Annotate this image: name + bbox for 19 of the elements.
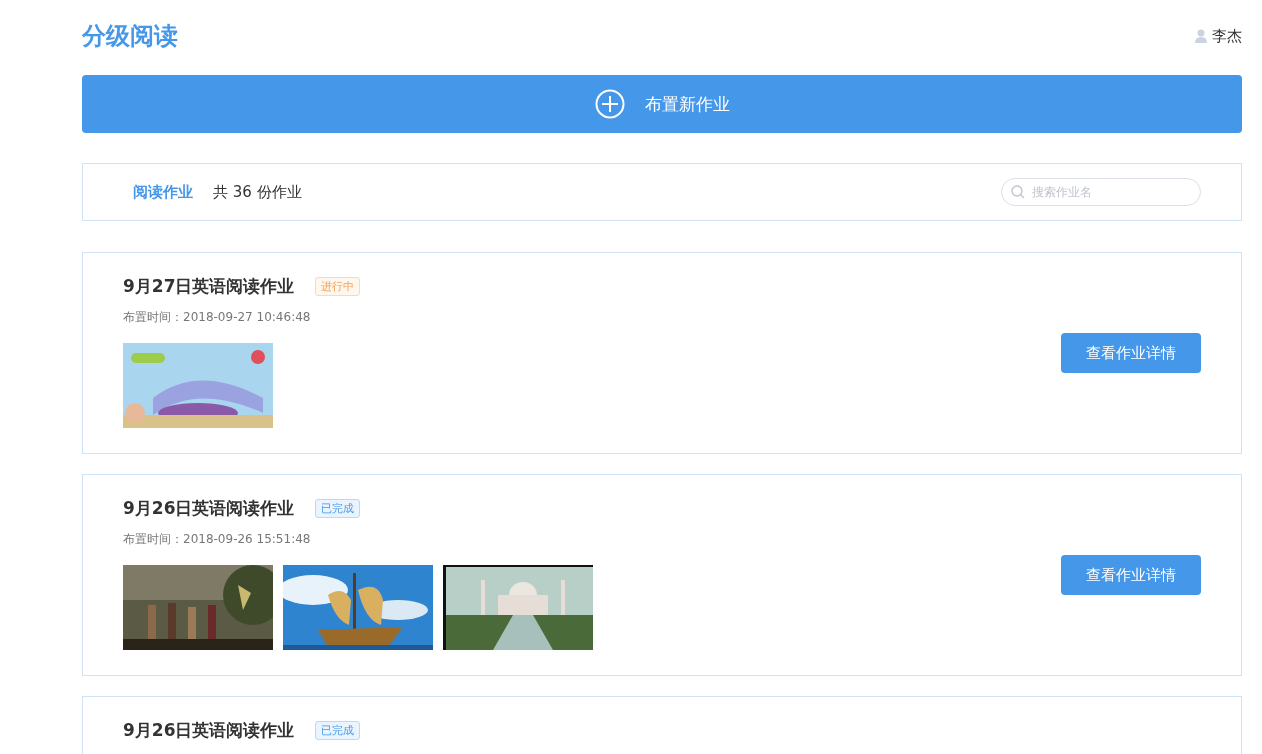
assign-time: 布置时间：2018-09-27 10:46:48 [123,309,312,326]
view-details-button[interactable]: 查看作业详情 [1061,333,1201,373]
page-title: 分级阅读 [82,21,178,52]
plus-circle-icon [594,89,625,119]
assignment-title: 9月26日英语阅读作业 [123,496,295,520]
assignment-title: 9月26日英语阅读作业 [123,718,295,742]
status-tag: 进行中 [314,276,360,296]
new-assignment-button[interactable]: 布置新作业 [82,75,1242,133]
assignment-count: 共 36 份作业 [213,182,302,202]
user-name[interactable]: 李杰 [1212,26,1242,46]
search-field[interactable]: 搜索作业名 [1001,178,1201,206]
assignment-title: 9月27日英语阅读作业 [123,274,295,298]
status-tag: 已完成 [314,720,360,740]
search-icon [1011,185,1025,199]
view-details-button[interactable]: 查看作业详情 [1061,555,1201,595]
assign-time: 布置时间：2018-09-26 15:51:48 [123,531,312,548]
user-icon [1195,29,1207,43]
reading-tab[interactable]: 阅读作业 [133,182,193,202]
status-tag: 已完成 [314,498,360,518]
